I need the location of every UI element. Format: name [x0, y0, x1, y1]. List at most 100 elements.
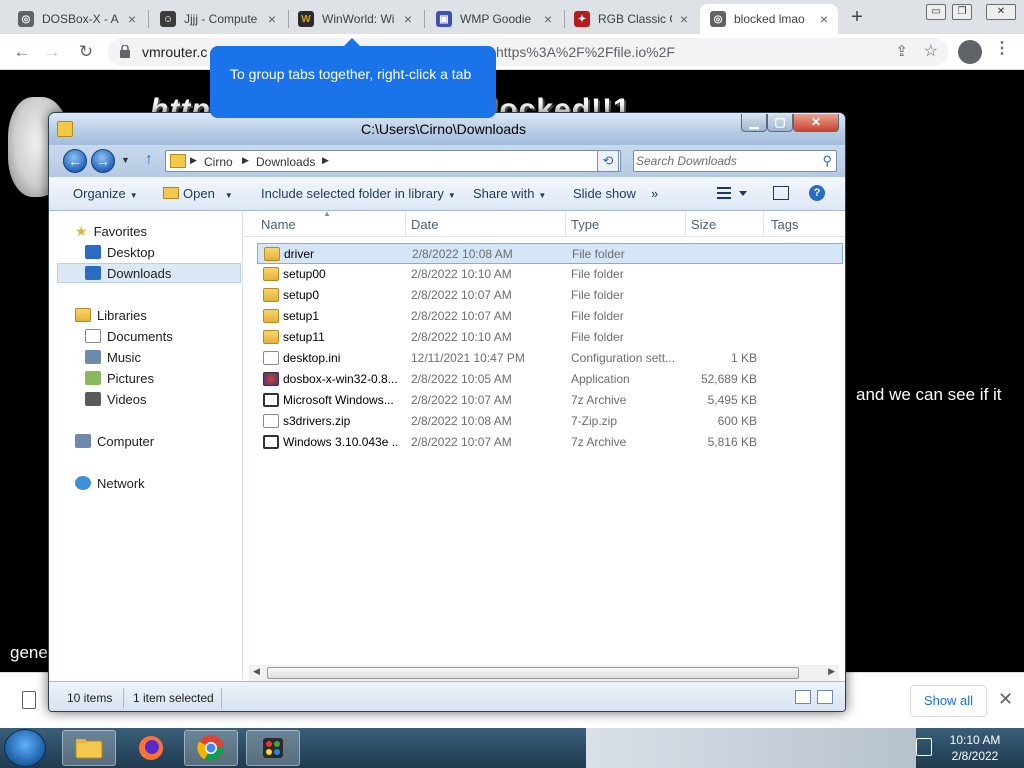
show-all-downloads-button[interactable]: Show all — [910, 685, 987, 717]
tab-close-icon[interactable]: × — [544, 11, 552, 27]
breadcrumb-separator-icon[interactable]: ▶ — [190, 155, 197, 166]
open-menu[interactable]: Open ▼ — [163, 186, 233, 201]
tab-wmp-goodies[interactable]: ▣ WMP Goodie × — [426, 4, 562, 34]
breadcrumb-downloads[interactable]: Downloads — [256, 155, 315, 169]
tab-jjjj[interactable]: ☺ Jjjj - Compute × — [150, 4, 286, 34]
tab-close-icon[interactable]: × — [680, 11, 688, 27]
file-date: 2/8/2022 10:08 AM — [411, 414, 512, 428]
column-header-date[interactable]: Date — [411, 217, 438, 232]
taskbar-dosbox-button[interactable] — [246, 730, 300, 766]
column-header-size[interactable]: Size — [691, 217, 716, 232]
firefox-icon — [139, 736, 163, 760]
tab-close-icon[interactable]: × — [404, 11, 412, 27]
breadcrumb-separator-icon[interactable]: ▶ — [242, 155, 249, 166]
horizontal-scrollbar[interactable]: ◀ ▶ — [249, 665, 839, 681]
window-minimize-button[interactable]: ▭ — [926, 4, 946, 20]
nav-network[interactable]: Network — [75, 473, 145, 493]
column-header-tags[interactable]: Tags — [771, 217, 798, 232]
include-in-library-menu[interactable]: Include selected folder in library ▼ — [261, 186, 456, 201]
start-button[interactable] — [4, 729, 46, 767]
file-row[interactable]: Windows 3.10.043e ... 2/8/2022 10:07 AM 7z… — [257, 432, 843, 453]
nav-favorites[interactable]: ★ Favorites — [75, 221, 147, 241]
help-icon[interactable]: ? — [809, 185, 825, 201]
close-downloads-bar-icon[interactable]: ✕ — [998, 689, 1013, 710]
tab-rgb-classic[interactable]: ✦ RGB Classic G × — [564, 4, 698, 34]
back-arrow-icon[interactable]: ← — [63, 149, 87, 173]
tab-winworld[interactable]: W WinWorld: Wi × — [288, 4, 422, 34]
scroll-right-icon[interactable]: ▶ — [828, 666, 835, 677]
organize-label: Organize — [73, 186, 126, 201]
maximize-button[interactable]: ▢ — [767, 114, 793, 132]
nav-libraries[interactable]: Libraries — [75, 305, 147, 325]
close-button[interactable]: ✕ — [793, 114, 839, 132]
share-with-menu[interactable]: Share with ▼ — [473, 186, 546, 201]
forward-arrow-icon[interactable]: → — [91, 149, 115, 173]
tab-blocked-active[interactable]: ◎ blocked lmao × — [700, 4, 838, 34]
taskbar-chrome-button[interactable] — [184, 730, 238, 766]
bookmark-star-icon[interactable]: ☆ — [924, 41, 938, 61]
new-tab-button[interactable]: + — [846, 6, 868, 28]
documents-icon — [85, 329, 101, 343]
file-row[interactable]: setup11 2/8/2022 10:10 AM File folder — [257, 327, 843, 348]
tab-close-icon[interactable]: × — [128, 11, 136, 27]
scroll-left-icon[interactable]: ◀ — [253, 666, 260, 677]
refresh-icon[interactable]: ⟲ — [597, 150, 619, 172]
taskbar-clock[interactable]: 10:10 AM 2/8/2022 — [940, 732, 1010, 764]
network-tray-icon[interactable] — [916, 738, 932, 756]
nav-label: Music — [107, 349, 141, 365]
taskbar-firefox-button[interactable] — [124, 730, 178, 766]
nav-downloads[interactable]: Downloads — [57, 263, 241, 283]
window-restore-button[interactable]: ❐ — [952, 4, 972, 20]
file-row[interactable]: setup0 2/8/2022 10:07 AM File folder — [257, 285, 843, 306]
tab-dosbox[interactable]: ◎ DOSBox-X - A × — [8, 4, 146, 34]
large-icons-view-icon[interactable] — [817, 690, 833, 704]
details-view-icon[interactable] — [795, 690, 811, 704]
preview-pane-icon[interactable] — [773, 186, 789, 200]
more-commands-button[interactable]: » — [651, 186, 658, 201]
minimize-button[interactable]: ▁ — [741, 114, 767, 132]
file-row[interactable]: dosbox-x-win32-0.8... 2/8/2022 10:05 AM Ap… — [257, 369, 843, 390]
dropdown-arrow-icon: ▼ — [447, 191, 456, 200]
organize-menu[interactable]: Organize ▼ — [73, 186, 138, 201]
file-row[interactable]: Microsoft Windows... 2/8/2022 10:07 AM 7z … — [257, 390, 843, 411]
download-file-icon[interactable] — [22, 691, 36, 709]
tab-close-icon[interactable]: × — [820, 11, 828, 27]
change-view-icon[interactable] — [717, 186, 747, 200]
window-close-button[interactable]: ✕ — [986, 4, 1016, 20]
file-row[interactable]: setup00 2/8/2022 10:10 AM File folder — [257, 264, 843, 285]
file-date: 2/8/2022 10:07 AM — [411, 435, 512, 449]
file-row[interactable]: setup1 2/8/2022 10:07 AM File folder — [257, 306, 843, 327]
back-arrow-icon[interactable]: ← — [10, 40, 34, 64]
forward-arrow-icon[interactable]: → — [40, 40, 64, 64]
nav-desktop[interactable]: Desktop — [85, 242, 155, 262]
share-icon[interactable]: ⇪ — [895, 42, 908, 60]
column-header-name[interactable]: Name — [261, 217, 296, 232]
reload-icon[interactable]: ↻ — [74, 40, 98, 64]
file-size: 1 KB — [730, 351, 757, 365]
file-size: 5,495 KB — [707, 393, 757, 407]
zip-icon — [263, 435, 279, 449]
up-folder-icon[interactable]: ↑ — [145, 151, 153, 169]
nav-videos[interactable]: Videos — [85, 389, 147, 409]
file-row[interactable]: s3drivers.zip 2/8/2022 10:08 AM 7-Zip.zip 6… — [257, 411, 843, 432]
tab-close-icon[interactable]: × — [268, 11, 276, 27]
star-icon: ★ — [75, 222, 88, 239]
nav-documents[interactable]: Documents — [85, 326, 173, 346]
nav-pictures[interactable]: Pictures — [85, 368, 154, 388]
nav-computer[interactable]: Computer — [75, 431, 154, 451]
explorer-address-bar[interactable]: ▶ Cirno ▶ Downloads ▶ ▼ — [165, 150, 621, 172]
scrollbar-thumb[interactable] — [267, 667, 799, 679]
profile-avatar-icon[interactable] — [958, 40, 982, 64]
nav-music[interactable]: Music — [85, 347, 141, 367]
breadcrumb-cirno[interactable]: Cirno — [204, 155, 233, 169]
breadcrumb-separator-icon[interactable]: ▶ — [322, 155, 329, 166]
search-input[interactable] — [636, 153, 812, 169]
search-icon[interactable]: ⚲ — [822, 153, 832, 169]
file-row[interactable]: driver 2/8/2022 10:08 AM File folder — [257, 243, 843, 264]
taskbar-explorer-button[interactable] — [62, 730, 116, 766]
slide-show-button[interactable]: Slide show — [573, 186, 636, 201]
file-row[interactable]: desktop.ini 12/11/2021 10:47 PM Configurat… — [257, 348, 843, 369]
recent-pages-dropdown-icon[interactable]: ▼ — [121, 155, 130, 165]
chrome-menu-icon[interactable]: ⋮ — [994, 38, 1010, 58]
column-header-type[interactable]: Type — [571, 217, 599, 232]
